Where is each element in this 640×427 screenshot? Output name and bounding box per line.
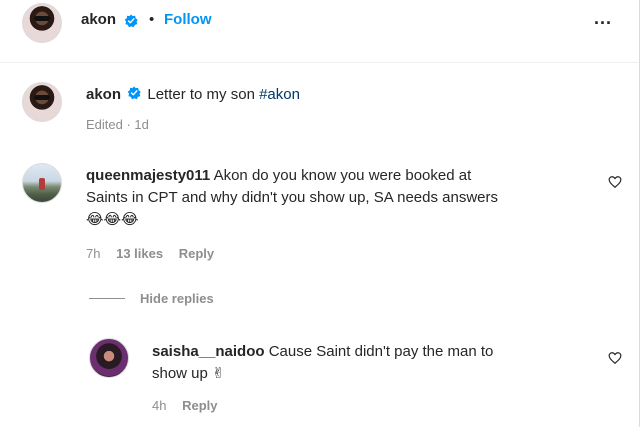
verified-badge-icon (127, 86, 141, 100)
avatar[interactable] (89, 338, 129, 378)
follow-button[interactable]: Follow (164, 11, 212, 28)
comment-time: 7h (86, 246, 101, 261)
hide-replies-button[interactable]: Hide replies (140, 291, 214, 306)
reply-text-line2: show up ✌ (152, 365, 225, 382)
comment-body: queenmajesty011 Akon do you know you wer… (86, 165, 591, 231)
header-username[interactable]: akon (81, 11, 116, 28)
comment-likes[interactable]: 13 likes (116, 246, 163, 261)
caption-hashtag[interactable]: #akon (259, 86, 300, 103)
avatar[interactable] (22, 163, 62, 203)
caption-edited-time: Edited · 1d (86, 117, 149, 132)
comment-text-line3: 😂😂😂 (86, 211, 139, 228)
comment-username[interactable]: queenmajesty011 (86, 167, 210, 184)
caption-body: akon Letter to my son #akon (86, 84, 300, 106)
divider-line (89, 298, 125, 299)
reply-meta: 4h Reply (152, 398, 230, 413)
more-options-icon[interactable]: ... (594, 8, 612, 29)
avatar[interactable] (22, 3, 62, 43)
post-header: akon • Follow ... (0, 0, 638, 63)
avatar[interactable] (22, 82, 62, 122)
reply-button[interactable]: Reply (179, 246, 214, 261)
reply-time: 4h (152, 398, 167, 413)
header-separator: • (149, 11, 155, 28)
reply-text-line1: Cause Saint didn't pay the man to (264, 343, 494, 360)
reply-button[interactable]: Reply (182, 398, 217, 413)
caption-meta: Edited · 1d (86, 117, 161, 132)
instagram-post-comments: akon • Follow ... akon Letter to my son … (0, 0, 640, 427)
comment-text-line2: Saints in CPT and why didn't you show up… (86, 189, 498, 206)
reply-username[interactable]: saisha__naidoo (152, 343, 265, 360)
heart-outline-icon[interactable] (608, 351, 622, 365)
comment-meta: 7h 13 likes Reply (86, 246, 226, 261)
verified-badge-icon (124, 14, 138, 28)
caption-username[interactable]: akon (86, 86, 121, 103)
comment-text-line1: Akon do you know you were booked at (210, 167, 472, 184)
reply-body: saisha__naidoo Cause Saint didn't pay th… (152, 341, 592, 385)
heart-outline-icon[interactable] (608, 175, 622, 189)
caption-text: Letter to my son (147, 86, 260, 103)
